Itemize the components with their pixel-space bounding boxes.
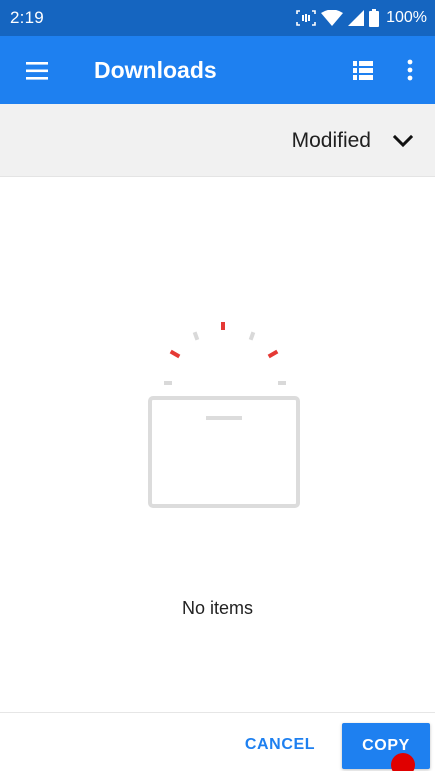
- sort-label: Modified: [291, 128, 371, 152]
- illustration-red-dash: [169, 349, 181, 359]
- hamburger-menu-icon[interactable]: [26, 62, 50, 80]
- illustration-gray-dash: [164, 381, 172, 385]
- illustration-gray-dash: [278, 381, 286, 385]
- cancel-button[interactable]: CANCEL: [236, 723, 324, 767]
- status-time: 2:19: [10, 8, 44, 27]
- sort-bar: Modified: [0, 104, 435, 177]
- illustration-box: [148, 396, 300, 508]
- battery-icon: [369, 9, 380, 27]
- screen-capture-icon: [296, 10, 316, 26]
- illustration-red-dash: [267, 349, 279, 359]
- illustration-gray-dash: [192, 331, 200, 341]
- battery-percent: 100%: [386, 9, 427, 26]
- illustration-gray-dash: [248, 331, 256, 341]
- cellular-signal-icon: [348, 10, 365, 26]
- more-vert-icon[interactable]: [404, 58, 416, 82]
- illustration-box-slot: [206, 416, 242, 420]
- list-view-icon[interactable]: [352, 59, 374, 81]
- empty-box-illustration: [140, 318, 310, 518]
- page-title: Downloads: [94, 57, 217, 83]
- action-bar: CANCEL COPY: [0, 712, 435, 771]
- status-icons: 100%: [296, 9, 427, 27]
- sort-dropdown[interactable]: Modified: [292, 104, 413, 177]
- illustration-red-dash: [221, 322, 225, 330]
- empty-state-message: No items: [181, 598, 253, 618]
- copy-button[interactable]: COPY: [342, 723, 430, 769]
- app-bar: Downloads: [0, 36, 435, 104]
- chevron-down-icon: [393, 134, 413, 148]
- downloads-screen: 2:19 100% Downloads Modified No items CA…: [0, 0, 435, 771]
- status-bar: 2:19 100%: [0, 0, 435, 36]
- wifi-icon: [321, 10, 344, 26]
